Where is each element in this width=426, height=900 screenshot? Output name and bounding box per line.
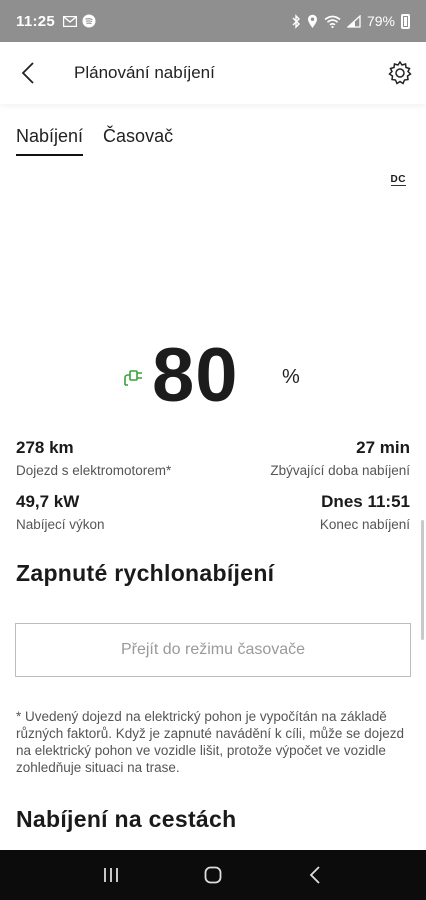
remaining-time-value: 27 min [356,438,410,457]
charge-percent-unit: % [282,366,300,388]
battery-icon [401,13,410,29]
go-to-timer-mode-button[interactable]: Přejít do režimu časovače [15,623,411,677]
charge-level-bars [8,204,408,354]
remaining-time-label: Zbývající doba nabíjení [270,463,410,478]
charging-on-road-heading: Nabíjení na cestách [16,806,237,832]
power-value: 49,7 kW [16,492,80,511]
recent-apps-button[interactable] [91,855,131,895]
battery-percent: 79% [366,13,395,29]
remaining-time-stat: 27 min Zbývající doba nabíjení [270,438,410,478]
system-back-button[interactable] [295,855,335,895]
range-label: Dojezd s elektromotorem* [16,463,172,478]
system-nav-bar [0,850,426,900]
page-title: Plánování nabíjení [74,63,215,82]
end-time-label: Konec nabíjení [319,517,410,532]
fast-charging-heading: Zapnuté rychlonabíjení [16,560,275,586]
range-footnote: * Uvedený dojezd na elektrický pohon je … [16,709,404,775]
home-icon [204,866,222,884]
range-value: 278 km [16,438,74,457]
settings-button[interactable] [386,59,414,87]
tab-charging[interactable]: Nabíjení [16,126,84,156]
end-time-value: Dnes 11:51 [321,492,410,511]
spotify-icon [82,14,96,28]
power-stat: 49,7 kW Nabíjecí výkon [16,492,105,532]
signal-icon [346,14,361,28]
gmail-icon [63,15,78,27]
bluetooth-icon [292,13,300,29]
charge-mode-label: DC [390,174,406,186]
back-arrow-icon [21,62,34,84]
charge-percent-value: 80 [152,333,239,418]
app-header: Plánování nabíjení [0,42,426,104]
back-button[interactable] [0,42,56,104]
end-time-stat: Dnes 11:51 Konec nabíjení [320,492,410,532]
gear-icon [388,60,412,85]
power-label: Nabíjecí výkon [16,517,105,532]
plug-icon [124,370,142,386]
status-time: 11:25 [16,12,56,30]
status-bar: 11:25 79% [0,0,426,42]
tab-bar: Nabíjení Časovač [16,126,173,156]
recent-apps-icon [104,868,118,882]
wifi-icon [324,15,341,28]
location-icon [307,14,317,28]
range-stat: 278 km Dojezd s elektromotorem* [16,438,171,478]
tab-timer[interactable]: Časovač [103,126,173,156]
scrollbar[interactable] [421,520,424,640]
home-button[interactable] [193,855,233,895]
back-icon [309,866,320,884]
